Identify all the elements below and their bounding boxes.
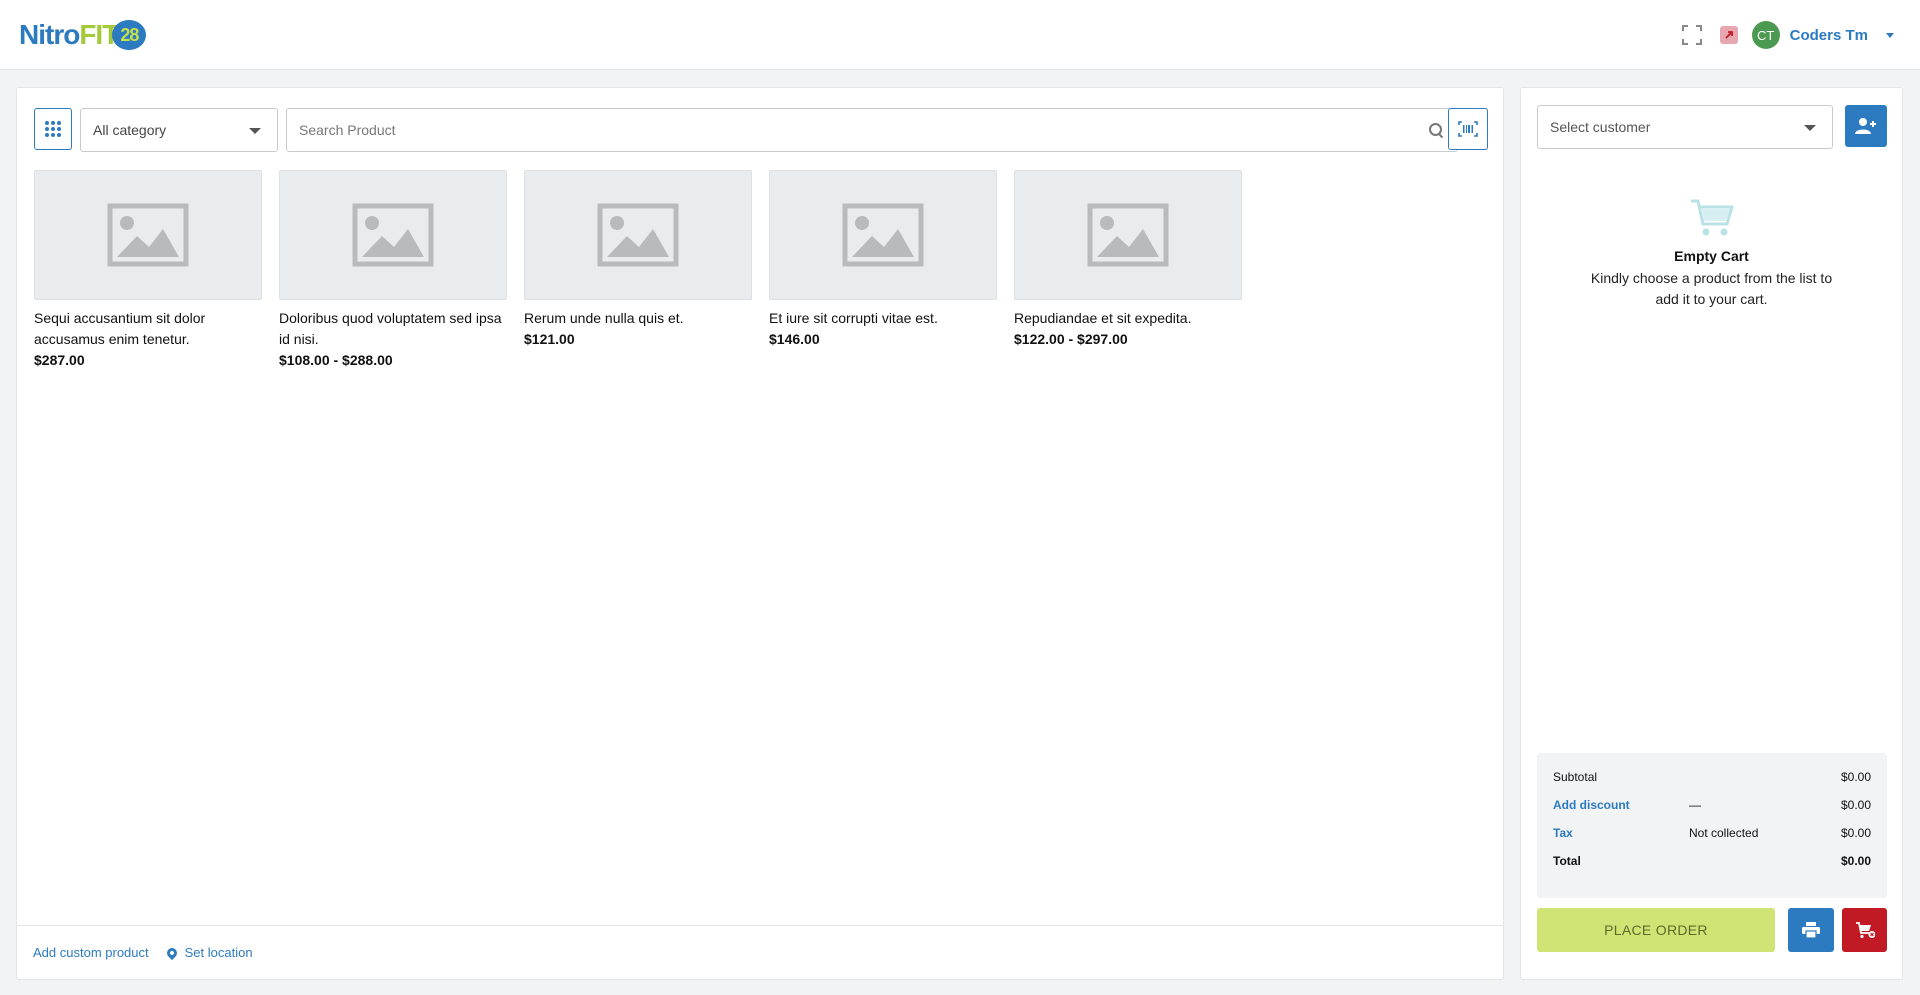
- product-card[interactable]: Doloribus quod voluptatem sed ipsa id ni…: [279, 170, 507, 371]
- subtotal-value: $0.00: [1840, 770, 1871, 784]
- product-panel-footer: Add custom product Set location: [17, 925, 1503, 979]
- add-discount-link[interactable]: Add discount: [1553, 798, 1689, 812]
- total-row: Total $0.00: [1553, 847, 1871, 875]
- chevron-down-icon[interactable]: [1886, 32, 1894, 38]
- tax-link[interactable]: Tax: [1553, 826, 1689, 840]
- grid-icon: [45, 121, 61, 137]
- place-order-button[interactable]: PLACE ORDER: [1537, 908, 1775, 952]
- add-user-icon: [1855, 118, 1876, 134]
- product-name: Rerum unde nulla quis et.: [524, 310, 684, 326]
- grid-view-button[interactable]: [34, 108, 72, 150]
- avatar[interactable]: CT: [1751, 21, 1780, 49]
- empty-cart-text: Kindly choose a product from the list to…: [1590, 270, 1833, 307]
- header-actions: CT Coders Tm: [1681, 20, 1894, 50]
- product-name: Sequi accusantium sit dolor accusamus en…: [34, 310, 206, 347]
- barcode-icon: [1458, 121, 1478, 137]
- total-value: $0.00: [1840, 854, 1871, 868]
- total-label: Total: [1553, 854, 1581, 868]
- subtotal-row: Subtotal $0.00: [1553, 763, 1871, 791]
- image-placeholder-icon: [34, 170, 262, 300]
- brand-logo[interactable]: Nitro FIT 28: [19, 18, 147, 52]
- add-custom-product-link[interactable]: Add custom product: [33, 945, 149, 960]
- product-price: $287.00: [34, 352, 85, 368]
- product-card[interactable]: Sequi accusantium sit dolor accusamus en…: [34, 170, 262, 371]
- product-grid: Sequi accusantium sit dolor accusamus en…: [34, 170, 1242, 371]
- cart-remove-icon: [1855, 921, 1875, 938]
- set-location-label: Set location: [184, 945, 253, 960]
- discount-value: $0.00: [1840, 798, 1871, 812]
- location-pin-icon: [164, 945, 179, 960]
- search-icon[interactable]: [1429, 123, 1443, 137]
- printer-icon: [1802, 922, 1820, 938]
- empty-cart-title: Empty Cart: [1674, 248, 1749, 264]
- image-placeholder-icon: [279, 170, 507, 300]
- caret-down-icon: [1804, 125, 1816, 131]
- customer-select[interactable]: Select customer: [1537, 105, 1833, 149]
- product-card[interactable]: Rerum unde nulla quis et. $121.00: [524, 170, 752, 371]
- search-box: [286, 108, 1458, 152]
- product-card[interactable]: Et iure sit corrupti vitae est. $146.00: [769, 170, 997, 371]
- image-placeholder-icon: [1014, 170, 1242, 300]
- category-select[interactable]: All category: [80, 108, 278, 152]
- customer-select-placeholder: Select customer: [1550, 119, 1651, 135]
- product-price: $121.00: [524, 331, 575, 347]
- cart-panel: Select customer Empty Cart Kindly choose…: [1520, 87, 1903, 980]
- order-summary: Subtotal $0.00 Add discount — $0.00 Tax …: [1537, 753, 1887, 898]
- tax-detail: Not collected: [1689, 826, 1759, 840]
- set-location-link[interactable]: Set location: [164, 945, 253, 960]
- product-name: Doloribus quod voluptatem sed ipsa id ni…: [279, 310, 502, 347]
- discount-row: Add discount — $0.00: [1553, 791, 1871, 819]
- product-card[interactable]: Repudiandae et sit expedita. $122.00 - $…: [1014, 170, 1242, 371]
- cart-icon: [1689, 198, 1735, 238]
- empty-cart-state: Empty Cart Kindly choose a product from …: [1521, 198, 1902, 310]
- external-link-icon[interactable]: [1719, 26, 1738, 44]
- clear-cart-button[interactable]: [1842, 908, 1887, 952]
- product-name: Et iure sit corrupti vitae est.: [769, 310, 938, 326]
- product-price: $146.00: [769, 331, 820, 347]
- image-placeholder-icon: [524, 170, 752, 300]
- subtotal-label: Subtotal: [1553, 770, 1598, 784]
- tax-value: $0.00: [1840, 826, 1871, 840]
- tax-row: Tax Not collected $0.00: [1553, 819, 1871, 847]
- top-header: Nitro FIT 28 CT Coders Tm: [0, 0, 1920, 70]
- logo-badge-28: 28: [112, 20, 147, 50]
- user-name[interactable]: Coders Tm: [1790, 27, 1868, 44]
- category-select-value: All category: [93, 122, 167, 138]
- product-price: $122.00 - $297.00: [1014, 331, 1128, 347]
- product-price: $108.00 - $288.00: [279, 352, 393, 368]
- search-input[interactable]: [287, 109, 1429, 151]
- product-name: Repudiandae et sit expedita.: [1014, 310, 1192, 326]
- image-placeholder-icon: [769, 170, 997, 300]
- discount-detail: —: [1689, 798, 1701, 812]
- logo-text-nitro: Nitro: [19, 19, 80, 50]
- product-panel: All category Sequi accusantium sit dolor…: [16, 87, 1504, 980]
- expand-icon[interactable]: [1681, 25, 1702, 45]
- caret-down-icon: [249, 128, 261, 134]
- add-customer-button[interactable]: [1845, 105, 1887, 147]
- print-button[interactable]: [1788, 908, 1834, 952]
- barcode-scan-button[interactable]: [1448, 108, 1488, 150]
